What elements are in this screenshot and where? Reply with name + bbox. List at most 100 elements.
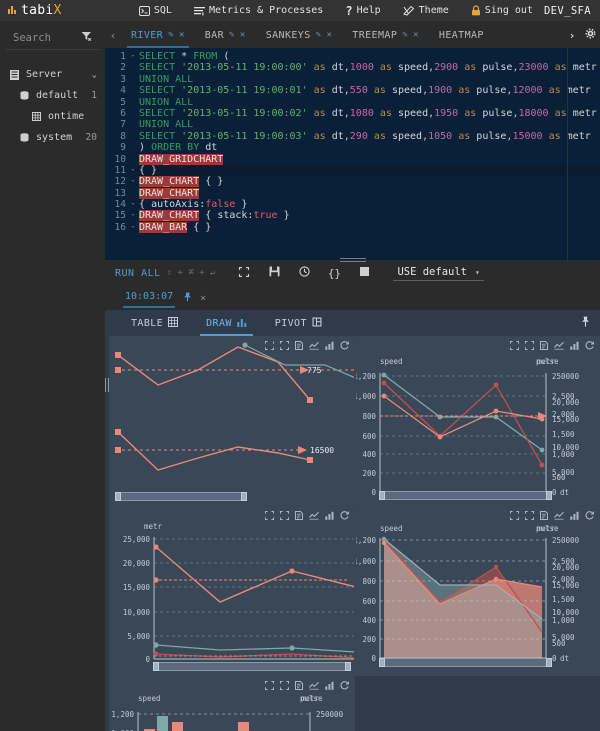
history-button[interactable] [289, 266, 319, 280]
data-view-icon[interactable] [540, 340, 548, 353]
zoom-rect-icon[interactable] [264, 680, 274, 693]
editor-line[interactable]: DRAW_BAR { } [137, 221, 600, 233]
tab-close-icon[interactable]: ✕ [179, 30, 185, 40]
fullscreen-button[interactable] [229, 266, 259, 280]
editor-fold-column[interactable]: ------ [129, 48, 137, 260]
tab-edit-icon[interactable]: ✎ [402, 30, 408, 40]
tab-draw[interactable]: DRAW [192, 310, 261, 336]
editor-splitter-handle[interactable] [339, 256, 366, 263]
nav-item-sql[interactable]: SQL [128, 3, 183, 18]
restore-icon[interactable] [340, 680, 349, 693]
editor-line[interactable]: SELECT '2013-05-11 19:00:01' as dt,550 a… [137, 85, 600, 96]
tab-edit-icon[interactable]: ✎ [316, 30, 322, 40]
nav-item-signout[interactable]: Sing out [460, 3, 544, 18]
tab-close-icon[interactable]: ✕ [326, 30, 332, 40]
line-switch-icon[interactable] [554, 340, 564, 353]
nav-item-theme[interactable]: Theme [392, 3, 460, 18]
restore-icon[interactable] [340, 510, 349, 523]
editor-fold-marker[interactable]: - [129, 210, 137, 221]
chart-1-datazoom[interactable] [115, 492, 247, 501]
editor-line[interactable]: DRAW_CHART { } [137, 176, 600, 188]
data-view-icon[interactable] [294, 680, 303, 693]
bar-switch-icon[interactable] [570, 340, 579, 353]
editor-line[interactable]: UNION ALL [137, 119, 600, 130]
line-switch-icon[interactable] [554, 510, 564, 523]
data-view-icon[interactable] [294, 340, 303, 353]
format-button[interactable]: {} [319, 267, 349, 280]
editor-fold-marker[interactable]: - [129, 222, 137, 233]
editor-code[interactable]: SELECT * FROM (SELECT '2013-05-11 19:00:… [137, 48, 600, 260]
line-switch-icon[interactable] [308, 340, 319, 353]
tab-table[interactable]: TABLE [117, 310, 192, 336]
tab-bar[interactable]: BAR ✎ ✕ [195, 22, 256, 48]
zoom-reset-icon[interactable] [525, 510, 534, 523]
editor-line[interactable]: SELECT '2013-05-11 19:00:00' as dt,1000 … [137, 62, 600, 73]
editor-line[interactable]: { } [137, 164, 600, 177]
editor-line[interactable]: UNION ALL [137, 97, 600, 108]
use-database-select[interactable]: USE default ▾ [393, 265, 484, 281]
editor-line[interactable]: DRAW_CHART { stack:true } [137, 210, 600, 222]
pin-results-icon[interactable] [581, 316, 590, 330]
tab-close-icon[interactable]: ✕ [240, 30, 246, 40]
tabs-prev-arrow[interactable]: ‹ [105, 29, 121, 42]
datazoom-handle-right[interactable] [344, 662, 351, 671]
data-view-icon[interactable] [540, 510, 548, 523]
zoom-reset-icon[interactable] [279, 340, 289, 353]
chart-panel-1[interactable]: 775 16500 [109, 336, 355, 506]
datazoom-handle-left[interactable] [378, 491, 385, 500]
search-input[interactable] [13, 31, 77, 44]
chart-4-datazoom[interactable] [378, 658, 552, 667]
chevron-down-icon[interactable]: ⌄ [92, 70, 105, 80]
tab-heatmap[interactable]: HEATMAP [429, 22, 494, 48]
editor-line[interactable]: SELECT '2013-05-11 19:00:03' as dt,290 a… [137, 131, 600, 142]
editor-line[interactable]: { autoAxis:false } [137, 199, 600, 210]
datazoom-handle-left[interactable] [115, 492, 121, 501]
zoom-reset-icon[interactable] [279, 680, 289, 693]
editor-line[interactable]: DRAW_GRIDCHART [137, 153, 600, 165]
chart-2-datazoom[interactable] [378, 491, 552, 500]
tree-item-default[interactable]: default 1 [0, 85, 105, 106]
editor-fold-marker[interactable]: - [129, 165, 137, 176]
tree-item-server[interactable]: Server ⌄ [0, 64, 105, 85]
editor-line[interactable]: SELECT '2013-05-11 19:00:02' as dt,1080 … [137, 108, 600, 119]
tab-edit-icon[interactable]: ✎ [168, 30, 174, 40]
result-tab-time[interactable]: 10:03:07 [123, 288, 176, 308]
editor-fold-marker[interactable]: - [129, 176, 137, 187]
zoom-rect-icon[interactable] [264, 340, 274, 353]
tabs-next-arrow[interactable]: › [564, 29, 580, 42]
bar-switch-icon[interactable] [324, 510, 334, 523]
editor-fold-marker[interactable]: - [129, 199, 137, 210]
datazoom-handle-left[interactable] [378, 658, 385, 667]
tab-sankeys[interactable]: SANKEYS ✎ ✕ [256, 22, 343, 48]
zoom-reset-icon[interactable] [279, 510, 289, 523]
tab-close-icon[interactable]: ✕ [413, 30, 419, 40]
tab-river[interactable]: RIVER ✎ ✕ [121, 22, 195, 48]
user-name[interactable]: DEV_SFA [544, 5, 600, 17]
restore-icon[interactable] [340, 340, 349, 353]
panel-resize-grip[interactable] [105, 378, 111, 392]
sql-editor[interactable]: 1 2 3 4 5 6 7 8 9 10 11 12 13 14 15 16 ------ SELECT * … [105, 48, 600, 260]
zoom-rect-icon[interactable] [510, 510, 519, 523]
editor-line[interactable]: SELECT * FROM ( [137, 51, 600, 62]
chart-panel-5[interactable]: speed pulse metr 1,200 1,000 [109, 676, 355, 731]
datazoom-handle-right[interactable] [546, 658, 552, 667]
bar-switch-icon[interactable] [324, 340, 334, 353]
tree-item-ontime[interactable]: ontime [0, 106, 105, 127]
nav-item-help[interactable]: ? Help [334, 3, 391, 19]
editor-line[interactable]: ) ORDER BY dt [137, 142, 600, 153]
datazoom-handle-right[interactable] [240, 492, 247, 501]
tab-treemap[interactable]: TREEMAP ✎ ✕ [342, 22, 429, 48]
tab-edit-icon[interactable]: ✎ [229, 30, 235, 40]
restore-icon[interactable] [585, 510, 594, 523]
save-button[interactable] [259, 266, 289, 280]
tree-item-system[interactable]: system 20 [0, 127, 105, 148]
datazoom-handle-right[interactable] [546, 491, 552, 500]
gear-icon[interactable] [580, 28, 600, 42]
data-view-icon[interactable] [294, 510, 303, 523]
editor-line[interactable]: DRAW_CHART [137, 187, 600, 199]
filter-icon[interactable] [81, 31, 92, 44]
result-tab-close[interactable]: × [200, 293, 206, 304]
chart-panel-4[interactable]: speed pulse metr 1,200 1,000 800 600 400… [354, 506, 600, 676]
chart-3-datazoom[interactable] [153, 662, 351, 671]
datazoom-handle-left[interactable] [153, 662, 159, 671]
